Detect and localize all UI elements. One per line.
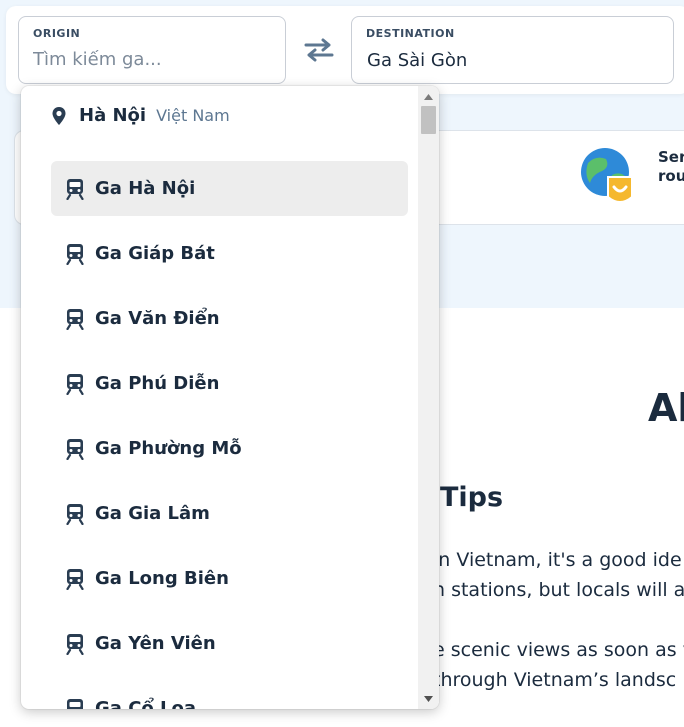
scroll-up-button[interactable] bbox=[418, 88, 439, 105]
station-list: Ga Hà Nội Ga Giáp Bát Ga Văn Điển Ga Phú… bbox=[51, 161, 408, 709]
train-icon bbox=[66, 503, 84, 525]
country-name: Việt Nam bbox=[156, 106, 230, 125]
city-group-header[interactable]: Hà Nội Việt Nam bbox=[51, 105, 230, 126]
station-label: Ga Phường Mỗ bbox=[95, 438, 242, 459]
map-pin-icon bbox=[52, 106, 66, 125]
swap-arrows-icon bbox=[304, 38, 334, 62]
tips-heading: Tips bbox=[440, 482, 504, 513]
station-item[interactable]: Ga Giáp Bát bbox=[51, 226, 408, 281]
train-icon bbox=[66, 243, 84, 265]
train-icon bbox=[66, 373, 84, 395]
train-icon bbox=[66, 568, 84, 590]
station-item[interactable]: Ga Văn Điển bbox=[51, 291, 408, 346]
station-label: Ga Hà Nội bbox=[95, 178, 196, 199]
paragraph-line: in Vietnam, it's a good ide bbox=[433, 549, 682, 571]
station-label: Ga Cổ Loa bbox=[95, 698, 197, 709]
station-item[interactable]: Ga Gia Lâm bbox=[51, 486, 408, 541]
scroll-down-button[interactable] bbox=[418, 690, 439, 707]
train-icon bbox=[66, 178, 84, 200]
paragraph-line: e scenic views as soon as y bbox=[433, 639, 684, 661]
globe-badge-icon bbox=[581, 148, 633, 203]
caret-down-icon bbox=[424, 695, 433, 702]
paragraph-line: through Vietnam’s landsc bbox=[433, 669, 677, 691]
station-item[interactable]: Ga Yên Viên bbox=[51, 616, 408, 671]
station-label: Ga Giáp Bát bbox=[95, 243, 215, 264]
train-icon bbox=[66, 308, 84, 330]
origin-label: ORIGIN bbox=[33, 27, 81, 40]
origin-suggestions-dropdown: Hà Nội Việt Nam Ga Hà Nội Ga Giáp Bát Ga… bbox=[21, 86, 439, 709]
station-label: Ga Long Biên bbox=[95, 568, 229, 589]
swap-stations-button[interactable] bbox=[300, 34, 338, 66]
destination-label: DESTINATION bbox=[366, 27, 455, 40]
dropdown-scrollbar[interactable] bbox=[418, 86, 439, 709]
station-label: Ga Gia Lâm bbox=[95, 503, 210, 524]
train-icon bbox=[66, 438, 84, 460]
paragraph-line: n stations, but locals will a bbox=[433, 579, 684, 601]
station-label: Ga Văn Điển bbox=[95, 308, 220, 329]
station-item[interactable]: Ga Long Biên bbox=[51, 551, 408, 606]
train-icon bbox=[66, 633, 84, 655]
train-icon bbox=[67, 698, 83, 709]
about-heading: Ab bbox=[648, 386, 684, 430]
station-label: Ga Phú Diễn bbox=[95, 373, 220, 394]
city-name: Hà Nội bbox=[79, 105, 147, 126]
station-label: Ga Yên Viên bbox=[95, 633, 216, 654]
station-item[interactable]: Ga Hà Nội bbox=[51, 161, 408, 216]
station-item[interactable]: Ga Phú Diễn bbox=[51, 356, 408, 411]
search-bar: ORIGIN DESTINATION Ga Sài Gòn bbox=[6, 6, 684, 94]
caret-up-icon bbox=[424, 93, 433, 100]
origin-field[interactable]: ORIGIN bbox=[18, 16, 286, 84]
station-item[interactable]: Ga Phường Mỗ bbox=[51, 421, 408, 476]
destination-field[interactable]: DESTINATION Ga Sài Gòn bbox=[351, 16, 674, 84]
origin-input[interactable] bbox=[33, 49, 263, 70]
destination-value[interactable]: Ga Sài Gòn bbox=[367, 50, 467, 71]
scroll-thumb[interactable] bbox=[421, 106, 436, 134]
promo-text: Ser rou bbox=[658, 148, 684, 185]
station-item[interactable]: Ga Cổ Loa bbox=[51, 681, 408, 709]
